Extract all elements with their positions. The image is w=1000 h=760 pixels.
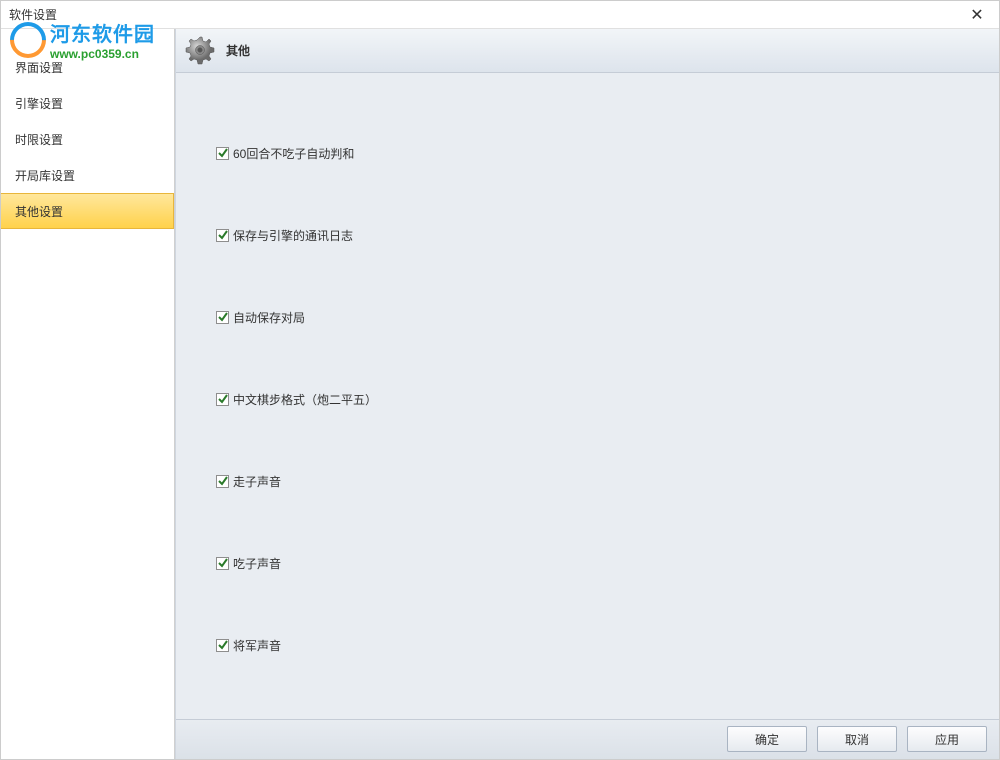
footer: 确定 取消 应用	[176, 719, 999, 759]
content-header: 其他	[176, 29, 999, 73]
sidebar-item-label: 开局库设置	[15, 167, 75, 184]
sidebar-item-label: 其他设置	[15, 203, 63, 220]
button-label: 确定	[755, 731, 779, 748]
sidebar: 界面设置 引擎设置 时限设置 开局库设置 其他设置	[1, 29, 175, 759]
option-label: 60回合不吃子自动判和	[233, 145, 354, 162]
option-label: 自动保存对局	[233, 309, 305, 326]
settings-window: 软件设置 ✕ 界面设置 引擎设置 时限设置 开局库设置 其他设置	[0, 0, 1000, 760]
option-label: 中文棋步格式（炮二平五）	[233, 391, 377, 408]
close-icon: ✕	[970, 5, 983, 25]
sidebar-item-openingbook[interactable]: 开局库设置	[1, 157, 174, 193]
option-auto-save-game: 自动保存对局	[216, 309, 999, 326]
sidebar-item-engine[interactable]: 引擎设置	[1, 85, 174, 121]
checkbox-auto-draw[interactable]	[216, 147, 229, 160]
content-title: 其他	[226, 42, 250, 59]
option-label: 将军声音	[233, 637, 281, 654]
sidebar-item-label: 时限设置	[15, 131, 63, 148]
sidebar-item-timelimit[interactable]: 时限设置	[1, 121, 174, 157]
checkbox-capture-sound[interactable]	[216, 557, 229, 570]
checkbox-check-sound[interactable]	[216, 639, 229, 652]
checkbox-auto-save-game[interactable]	[216, 311, 229, 324]
option-label: 走子声音	[233, 473, 281, 490]
close-button[interactable]: ✕	[959, 2, 995, 28]
option-chinese-notation: 中文棋步格式（炮二平五）	[216, 391, 999, 408]
content-body: 60回合不吃子自动判和 保存与引擎的通讯日志 自动保存对局	[176, 73, 999, 719]
checkbox-move-sound[interactable]	[216, 475, 229, 488]
window-title: 软件设置	[5, 6, 57, 23]
content-panel: 其他 60回合不吃子自动判和 保存与引擎的通讯日志	[175, 29, 999, 759]
option-check-sound: 将军声音	[216, 637, 999, 654]
gear-icon	[184, 34, 216, 66]
option-label: 吃子声音	[233, 555, 281, 572]
sidebar-item-interface[interactable]: 界面设置	[1, 49, 174, 85]
button-label: 取消	[845, 731, 869, 748]
sidebar-item-other[interactable]: 其他设置	[1, 193, 174, 229]
option-capture-sound: 吃子声音	[216, 555, 999, 572]
apply-button[interactable]: 应用	[907, 726, 987, 752]
option-label: 保存与引擎的通讯日志	[233, 227, 353, 244]
ok-button[interactable]: 确定	[727, 726, 807, 752]
checkbox-chinese-notation[interactable]	[216, 393, 229, 406]
option-save-log: 保存与引擎的通讯日志	[216, 227, 999, 244]
cancel-button[interactable]: 取消	[817, 726, 897, 752]
titlebar: 软件设置 ✕	[1, 1, 999, 29]
checkbox-save-log[interactable]	[216, 229, 229, 242]
body-area: 界面设置 引擎设置 时限设置 开局库设置 其他设置	[1, 29, 999, 759]
button-label: 应用	[935, 731, 959, 748]
option-auto-draw: 60回合不吃子自动判和	[216, 145, 999, 162]
sidebar-item-label: 引擎设置	[15, 95, 63, 112]
sidebar-item-label: 界面设置	[15, 59, 63, 76]
option-move-sound: 走子声音	[216, 473, 999, 490]
